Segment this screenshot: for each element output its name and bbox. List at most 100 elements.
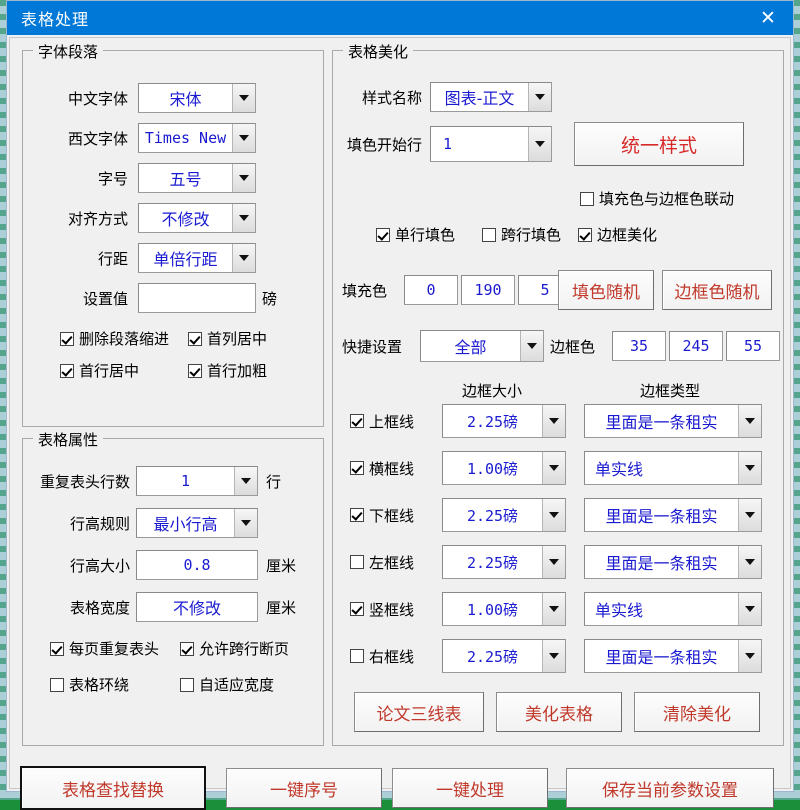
checkbox-cross-row-fill[interactable]: 跨行填色 — [482, 224, 561, 245]
checkbox-first-row-center-control[interactable]: 首行居中 — [60, 360, 139, 381]
border-left-type-combo[interactable]: 里面是一条租实 — [584, 545, 762, 579]
one-click-numbering-button[interactable]: 一键序号 — [226, 768, 382, 808]
border-bottom-type-combo[interactable]: 里面是一条租实 — [584, 498, 762, 532]
style-name-combo[interactable]: 图表-正文 — [430, 82, 552, 112]
checkbox-table-wrap-control[interactable]: 表格环绕 — [50, 674, 129, 695]
border-right-type-combo[interactable]: 里面是一条租实 — [584, 639, 762, 673]
checkbox-border-bottom[interactable]: 下框线 — [350, 505, 442, 526]
checkbox-table-wrap[interactable]: 表格环绕 — [50, 674, 129, 695]
fill-start-row-combo[interactable]: 1 — [430, 126, 552, 162]
checkbox-repeat-header[interactable]: 每页重复表头 — [50, 638, 159, 659]
beautify-table-button[interactable]: 美化表格 — [496, 692, 622, 732]
checkbox-repeat-header-control[interactable]: 每页重复表头 — [50, 638, 159, 659]
row-height-size-input[interactable]: 0.8 — [136, 550, 258, 580]
chevron-down-icon[interactable] — [234, 509, 257, 537]
western-font-combo[interactable]: Times New — [138, 123, 256, 153]
header-rows-combo[interactable]: 1 — [136, 466, 258, 496]
chevron-down-icon[interactable] — [542, 546, 565, 578]
close-icon[interactable]: ✕ — [743, 1, 793, 35]
chevron-down-icon[interactable] — [542, 452, 565, 484]
set-value-input[interactable] — [138, 283, 256, 313]
chevron-down-icon[interactable] — [528, 127, 551, 161]
chevron-down-icon[interactable] — [542, 405, 565, 437]
checkbox-autofit-width[interactable]: 自适应宽度 — [180, 674, 274, 695]
checkbox-single-row-fill[interactable]: 单行填色 — [376, 224, 455, 245]
quick-setting-combo[interactable]: 全部 — [420, 330, 544, 362]
chevron-down-icon[interactable] — [232, 244, 255, 272]
checkbox-border-horizontal-label: 横框线 — [369, 458, 414, 479]
chevron-down-icon[interactable] — [232, 164, 255, 192]
table-width-input[interactable]: 不修改 — [136, 592, 258, 622]
save-current-settings-button[interactable]: 保存当前参数设置 — [566, 768, 774, 808]
chevron-down-icon[interactable] — [234, 467, 257, 495]
fill-color-g-input[interactable]: 190 — [461, 275, 515, 305]
chevron-down-icon[interactable] — [232, 204, 255, 232]
checkbox-link-fill-border[interactable]: 填充色与边框色联动 — [580, 188, 734, 209]
chevron-down-icon[interactable] — [520, 331, 543, 361]
border-left-size-combo[interactable]: 2.25磅 — [442, 545, 566, 579]
chevron-down-icon[interactable] — [232, 124, 255, 152]
field-western-font-label: 西文字体 — [32, 128, 128, 149]
chevron-down-icon[interactable] — [738, 452, 761, 484]
field-quick-setting: 快捷设置 全部 边框色 35 245 55 — [342, 330, 780, 362]
row-height-rule-combo[interactable]: 最小行高 — [136, 508, 258, 538]
chevron-down-icon[interactable] — [738, 546, 761, 578]
checkbox-first-col-center[interactable]: 首列居中 — [188, 328, 267, 349]
checkbox-allow-row-break-control[interactable]: 允许跨行断页 — [180, 638, 289, 659]
checkbox-remove-indent-control[interactable]: 删除段落缩进 — [60, 328, 169, 349]
border-bottom-size-combo[interactable]: 2.25磅 — [442, 498, 566, 532]
thesis-three-line-table-button[interactable]: 论文三线表 — [354, 692, 484, 732]
checkbox-border-right[interactable]: 右框线 — [350, 646, 442, 667]
border-horizontal-type-combo[interactable]: 单实线 — [584, 451, 762, 485]
chinese-font-combo[interactable]: 宋体 — [138, 83, 256, 113]
checkbox-border-beautify[interactable]: 边框美化 — [578, 224, 657, 245]
border-right-size-combo[interactable]: 2.25磅 — [442, 639, 566, 673]
checkbox-border-beautify-control[interactable]: 边框美化 — [578, 224, 657, 245]
chevron-down-icon[interactable] — [738, 499, 761, 531]
checkbox-single-row-fill-control[interactable]: 单行填色 — [376, 224, 455, 245]
chevron-down-icon[interactable] — [738, 405, 761, 437]
border-horizontal-size-combo[interactable]: 1.00磅 — [442, 451, 566, 485]
checkbox-allow-row-break[interactable]: 允许跨行断页 — [180, 638, 289, 659]
checkbox-border-left[interactable]: 左框线 — [350, 552, 442, 573]
clear-beautify-button[interactable]: 清除美化 — [634, 692, 760, 732]
checkbox-first-row-center[interactable]: 首行居中 — [60, 360, 139, 381]
line-spacing-combo[interactable]: 单倍行距 — [138, 243, 256, 273]
chevron-down-icon[interactable] — [542, 499, 565, 531]
border-vertical-type-combo[interactable]: 单实线 — [584, 592, 762, 626]
chevron-down-icon[interactable] — [738, 593, 761, 625]
fill-random-button[interactable]: 填色随机 — [558, 270, 654, 310]
one-click-process-button[interactable]: 一键处理 — [392, 768, 548, 808]
border-top-type-combo[interactable]: 里面是一条租实 — [584, 404, 762, 438]
checkbox-first-col-center-control[interactable]: 首列居中 — [188, 328, 267, 349]
checkbox-first-row-bold[interactable]: 首行加粗 — [188, 360, 267, 381]
dialog-window: 表格处理 ✕ 字体段落 中文字体 宋体 西文字体 Times New 字号 五号 — [6, 0, 794, 792]
checkbox-first-row-bold-control[interactable]: 首行加粗 — [188, 360, 267, 381]
border-left-size-value: 2.25磅 — [443, 546, 542, 578]
field-row-height-rule-label: 行高规则 — [28, 513, 130, 534]
fill-color-r-input[interactable]: 0 — [404, 275, 458, 305]
border-top-size-combo[interactable]: 2.25磅 — [442, 404, 566, 438]
checkbox-remove-indent[interactable]: 删除段落缩进 — [60, 328, 169, 349]
chevron-down-icon[interactable] — [232, 84, 255, 112]
table-find-replace-button[interactable]: 表格查找替换 — [20, 766, 206, 810]
font-size-combo[interactable]: 五号 — [138, 163, 256, 193]
border-color-g-input[interactable]: 245 — [669, 331, 723, 361]
checkbox-border-vertical[interactable]: 竖框线 — [350, 599, 442, 620]
checkbox-link-fill-border-control[interactable]: 填充色与边框色联动 — [580, 188, 734, 209]
checkbox-autofit-width-control[interactable]: 自适应宽度 — [180, 674, 274, 695]
border-color-b-input[interactable]: 55 — [726, 331, 780, 361]
border-vertical-size-combo[interactable]: 1.00磅 — [442, 592, 566, 626]
border-color-r-input[interactable]: 35 — [612, 331, 666, 361]
chevron-down-icon[interactable] — [542, 593, 565, 625]
border-random-button[interactable]: 边框色随机 — [662, 270, 772, 310]
checkbox-border-horizontal[interactable]: 横框线 — [350, 458, 442, 479]
checkbox-border-top[interactable]: 上框线 — [350, 411, 442, 432]
alignment-combo[interactable]: 不修改 — [138, 203, 256, 233]
unify-style-button[interactable]: 统一样式 — [574, 122, 744, 166]
border-left-type-value: 里面是一条租实 — [585, 546, 738, 578]
chevron-down-icon[interactable] — [738, 640, 761, 672]
chevron-down-icon[interactable] — [528, 83, 551, 111]
chevron-down-icon[interactable] — [542, 640, 565, 672]
checkbox-cross-row-fill-control[interactable]: 跨行填色 — [482, 224, 561, 245]
